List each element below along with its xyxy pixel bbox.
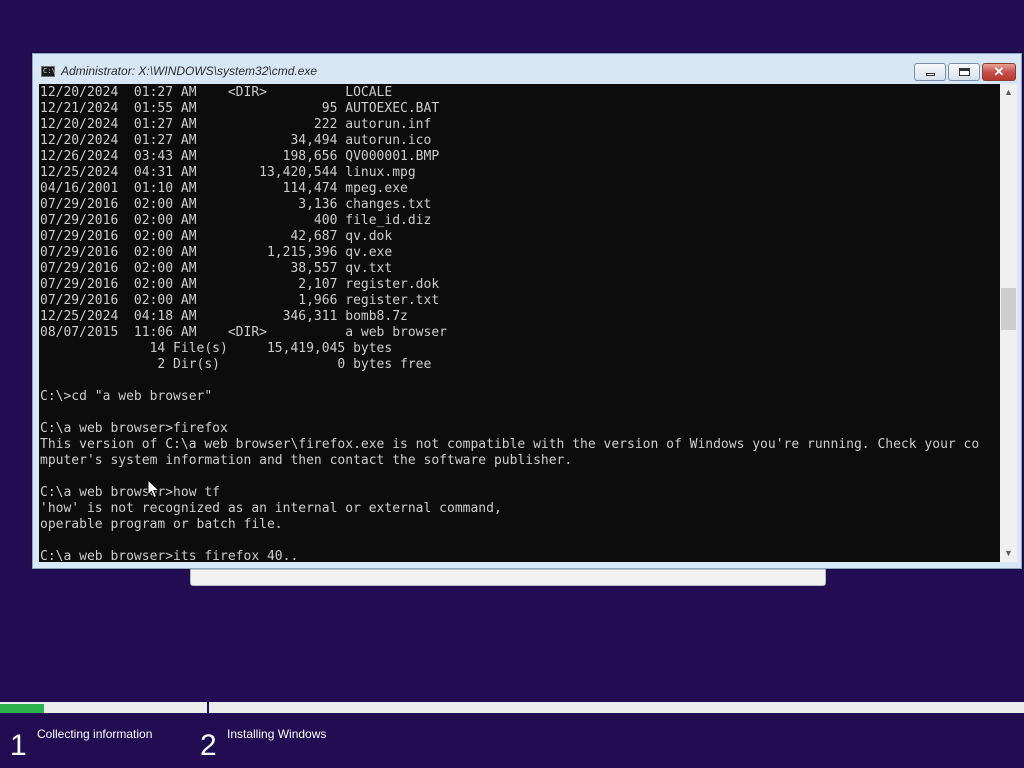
cmd-window[interactable]: C:\ Administrator: X:\WINDOWS\system32\c…: [32, 53, 1022, 569]
scroll-up-icon[interactable]: ▲: [1000, 84, 1017, 101]
console-output[interactable]: 12/20/2024 01:27 AM <DIR> LOCALE 12/21/2…: [39, 84, 1000, 562]
step-label: Installing Windows: [227, 727, 327, 741]
scroll-thumb[interactable]: [1001, 288, 1016, 330]
title-bar[interactable]: C:\ Administrator: X:\WINDOWS\system32\c…: [33, 54, 1021, 86]
setup-dialog-edge: [190, 566, 826, 586]
setup-progress-fill: [0, 704, 45, 713]
minimize-button[interactable]: [914, 63, 946, 81]
close-icon: ✕: [993, 64, 1005, 79]
window-title: Administrator: X:\WINDOWS\system32\cmd.e…: [61, 64, 318, 78]
step-number: 2: [200, 729, 217, 762]
setup-progress-bar: [0, 702, 1024, 713]
close-button[interactable]: ✕: [982, 63, 1016, 81]
console-text: 12/20/2024 01:27 AM <DIR> LOCALE 12/21/2…: [40, 85, 980, 562]
maximize-button[interactable]: [948, 63, 980, 81]
step-number: 1: [10, 729, 27, 762]
vertical-scrollbar[interactable]: ▲ ▼: [1000, 84, 1017, 562]
maximize-icon: [959, 68, 970, 76]
scroll-down-icon[interactable]: ▼: [1000, 545, 1017, 562]
minimize-icon: [926, 73, 935, 76]
cmd-icon[interactable]: C:\: [41, 66, 56, 77]
mouse-pointer-icon: [147, 479, 161, 499]
step-label: Collecting information: [37, 727, 153, 741]
progress-step-divider: [207, 702, 209, 713]
